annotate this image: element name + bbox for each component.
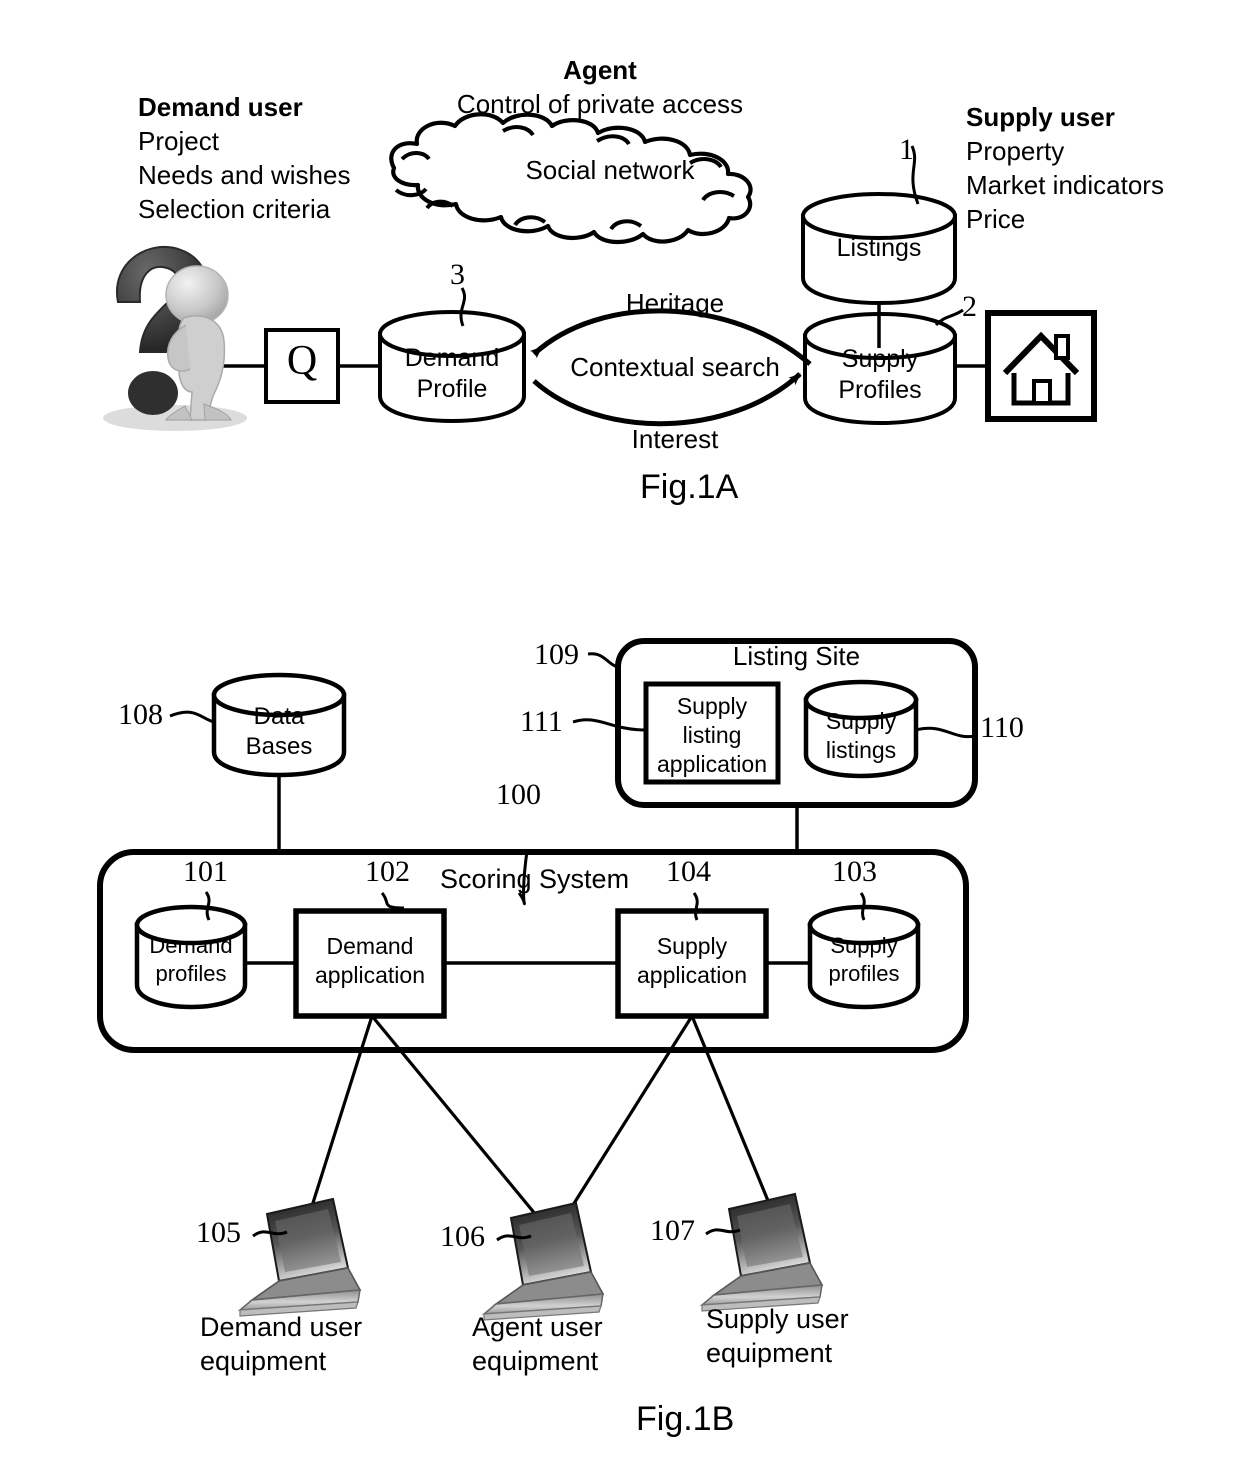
agent-equipment-label-1: Agent user: [472, 1312, 603, 1342]
ref-109: 109: [534, 638, 579, 671]
ref-1: 1: [899, 133, 914, 166]
patent-figure-sheet: Demand user Project Needs and wishes Sel…: [0, 0, 1240, 1483]
supply-user-line-2: Price: [966, 204, 1026, 234]
ref-102: 102: [365, 855, 410, 888]
agent-equipment-label-2: equipment: [472, 1346, 599, 1376]
agent-subtitle: Control of private access: [456, 89, 744, 119]
demand-profiles-label-2: profiles: [155, 961, 227, 986]
supply-profiles-label-1: Supply: [841, 345, 919, 373]
supply-user-title: Supply user: [966, 102, 1115, 132]
question-mark-person-icon: [103, 245, 247, 431]
figure-caption-1b: Fig.1B: [636, 1400, 735, 1438]
supply-profiles-label-2: Profiles: [838, 376, 922, 404]
ref-108: 108: [118, 698, 163, 731]
supply-listing-application-line-2: listing: [682, 722, 742, 748]
listings-label: Listings: [836, 234, 922, 262]
demand-application-label-1: Demand: [326, 933, 414, 959]
supply-listing-application-line-1: Supply: [676, 693, 748, 719]
demand-profile-label-2: Profile: [416, 375, 488, 403]
laptop-icon-agent: [481, 1201, 605, 1321]
demand-equipment-label-1: Demand user: [200, 1312, 363, 1342]
ref-106: 106: [440, 1220, 485, 1253]
demand-user-line-2: Selection criteria: [138, 194, 331, 224]
agent-title: Agent: [563, 55, 637, 85]
supply-listings-label-1: Supply: [825, 708, 897, 734]
laptop-icon-demand: [237, 1197, 362, 1317]
laptop-icon-supply: [699, 1192, 824, 1312]
demand-user-title: Demand user: [138, 92, 303, 122]
ref-103: 103: [832, 855, 877, 888]
contextual-search-label: Contextual search: [570, 352, 780, 382]
supply-user-line-0: Property: [966, 136, 1065, 166]
supply-application-label-1: Supply: [656, 933, 728, 959]
demand-user-line-1: Needs and wishes: [138, 160, 351, 190]
supply-user-line-1: Market indicators: [966, 170, 1164, 200]
demand-profiles-label-1: Demand: [149, 933, 233, 958]
ref-2: 2: [962, 290, 977, 323]
search-icon: Q: [286, 338, 318, 384]
supply-listing-application-line-3: application: [657, 751, 767, 777]
demand-user-line-0: Project: [138, 126, 219, 156]
ref-101: 101: [183, 855, 228, 888]
house-icon: [985, 310, 1097, 422]
interest-label: Interest: [631, 424, 719, 454]
demand-profile-label-1: Demand: [404, 344, 500, 372]
ref-107: 107: [650, 1214, 695, 1247]
social-network-label: Social network: [525, 155, 695, 185]
ref-111: 111: [520, 705, 563, 738]
equipment-connector-lines: [304, 1014, 780, 1234]
supply-equipment-label-1: Supply user: [706, 1304, 849, 1334]
supply-listings-label-2: listings: [825, 737, 897, 763]
ref-100: 100: [496, 778, 541, 811]
demand-equipment-label-2: equipment: [200, 1346, 327, 1376]
ref-105: 105: [196, 1216, 241, 1249]
demand-application-label-2: application: [315, 962, 425, 988]
supply-profiles-label-1b: Supply: [830, 933, 898, 958]
ref-104: 104: [666, 855, 711, 888]
listing-site-title: Listing Site: [732, 641, 861, 671]
databases-label-1: Data: [253, 703, 305, 730]
supply-profiles-label-2b: profiles: [828, 961, 900, 986]
supply-equipment-label-2: equipment: [706, 1338, 833, 1368]
databases-label-2: Bases: [245, 733, 313, 760]
heritage-label: Heritage: [625, 288, 725, 318]
supply-application-label-2: application: [637, 962, 747, 988]
ref-3: 3: [450, 258, 465, 291]
scoring-system-title: Scoring System: [440, 864, 630, 894]
figure-caption-1a: Fig.1A: [640, 468, 739, 506]
ref-110: 110: [980, 711, 1024, 744]
